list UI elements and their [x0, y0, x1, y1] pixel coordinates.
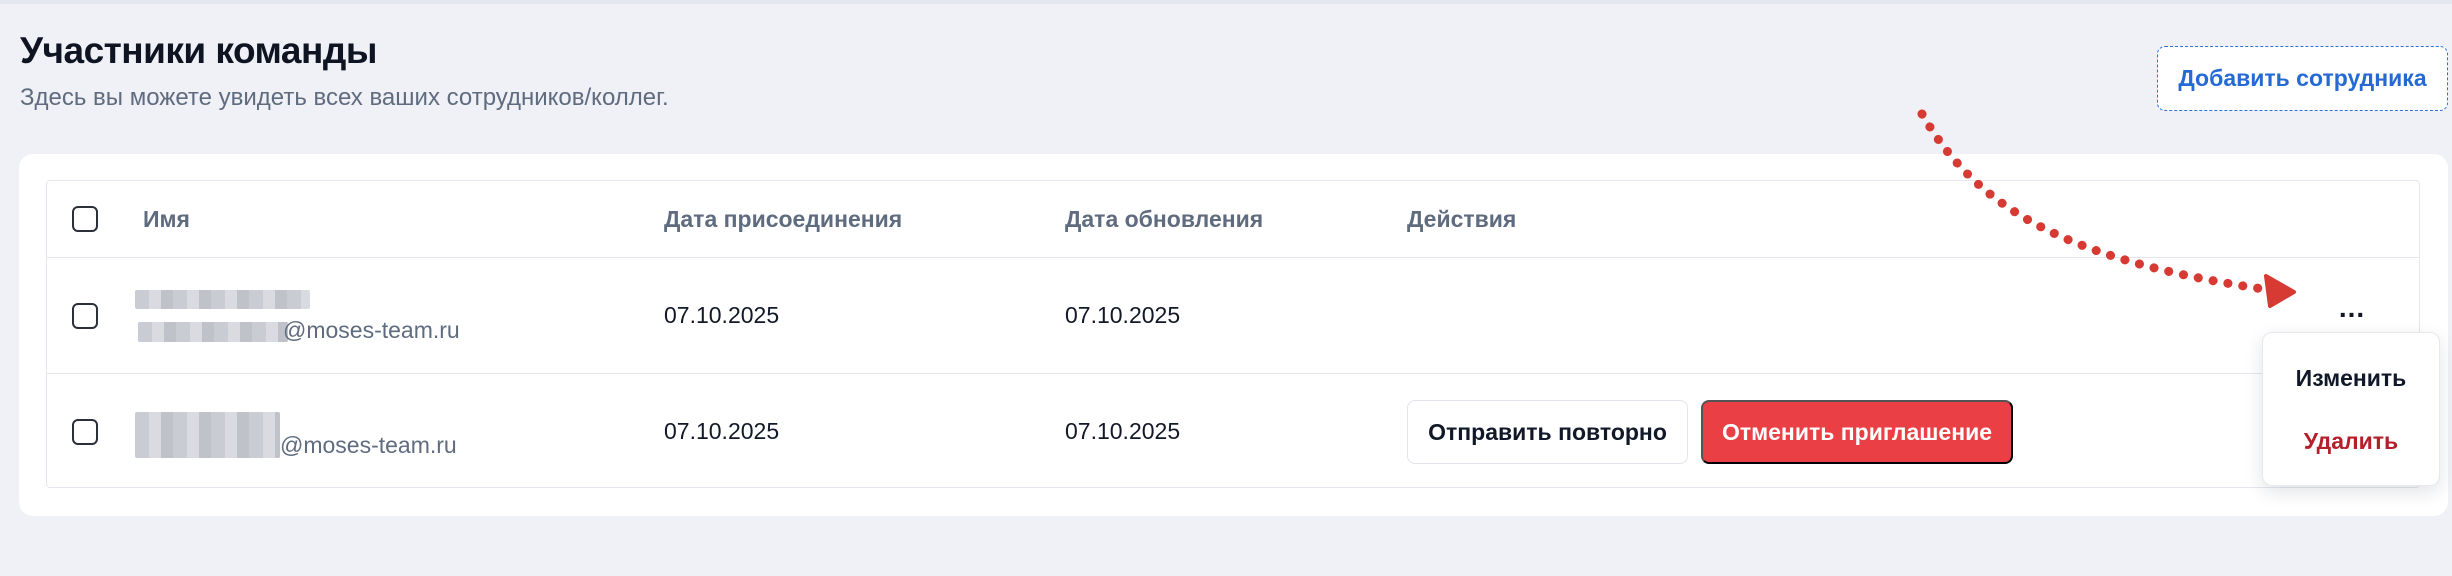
- resend-invite-button[interactable]: Отправить повторно: [1407, 400, 1688, 464]
- table-header: Имя Дата присоединения Дата обновления Д…: [47, 181, 2419, 258]
- blurred-email-prefix: [138, 322, 288, 342]
- more-actions-icon[interactable]: ...: [2330, 293, 2374, 329]
- blurred-email-prefix: [135, 412, 280, 458]
- page-subtitle: Здесь вы можете увидеть всех ваших сотру…: [20, 84, 669, 111]
- menu-item-edit[interactable]: Изменить: [2263, 365, 2439, 392]
- column-header-name[interactable]: Имя: [143, 181, 190, 258]
- menu-item-delete[interactable]: Удалить: [2263, 428, 2439, 455]
- member-email-domain: @moses-team.ru: [280, 432, 457, 458]
- updated-date: 07.10.2025: [1065, 418, 1181, 444]
- page-title: Участники команды: [20, 30, 377, 71]
- row-actions-menu: Изменить Удалить: [2262, 332, 2440, 486]
- top-divider: [0, 0, 2452, 4]
- members-card: Имя Дата присоединения Дата обновления Д…: [19, 154, 2448, 516]
- row-checkbox[interactable]: [72, 303, 98, 329]
- member-email-domain: @moses-team.ru: [283, 317, 460, 343]
- column-header-actions: Действия: [1407, 206, 1517, 232]
- row-checkbox[interactable]: [72, 419, 98, 445]
- table-row: @moses-team.ru 07.10.2025 07.10.2025: [47, 258, 2419, 374]
- joined-date: 07.10.2025: [664, 302, 780, 328]
- cancel-invite-button[interactable]: Отменить приглашение: [1701, 400, 2013, 464]
- table-row: @moses-team.ru 07.10.2025 07.10.2025 Отп…: [47, 374, 2419, 490]
- updated-date: 07.10.2025: [1065, 302, 1181, 328]
- blurred-name: [135, 290, 310, 309]
- members-table: Имя Дата присоединения Дата обновления Д…: [46, 180, 2420, 488]
- column-header-joined[interactable]: Дата присоединения: [664, 181, 902, 258]
- add-employee-button[interactable]: Добавить сотрудника: [2157, 46, 2448, 111]
- column-header-updated[interactable]: Дата обновления: [1065, 181, 1263, 258]
- joined-date: 07.10.2025: [664, 418, 780, 444]
- select-all-checkbox[interactable]: [72, 206, 98, 232]
